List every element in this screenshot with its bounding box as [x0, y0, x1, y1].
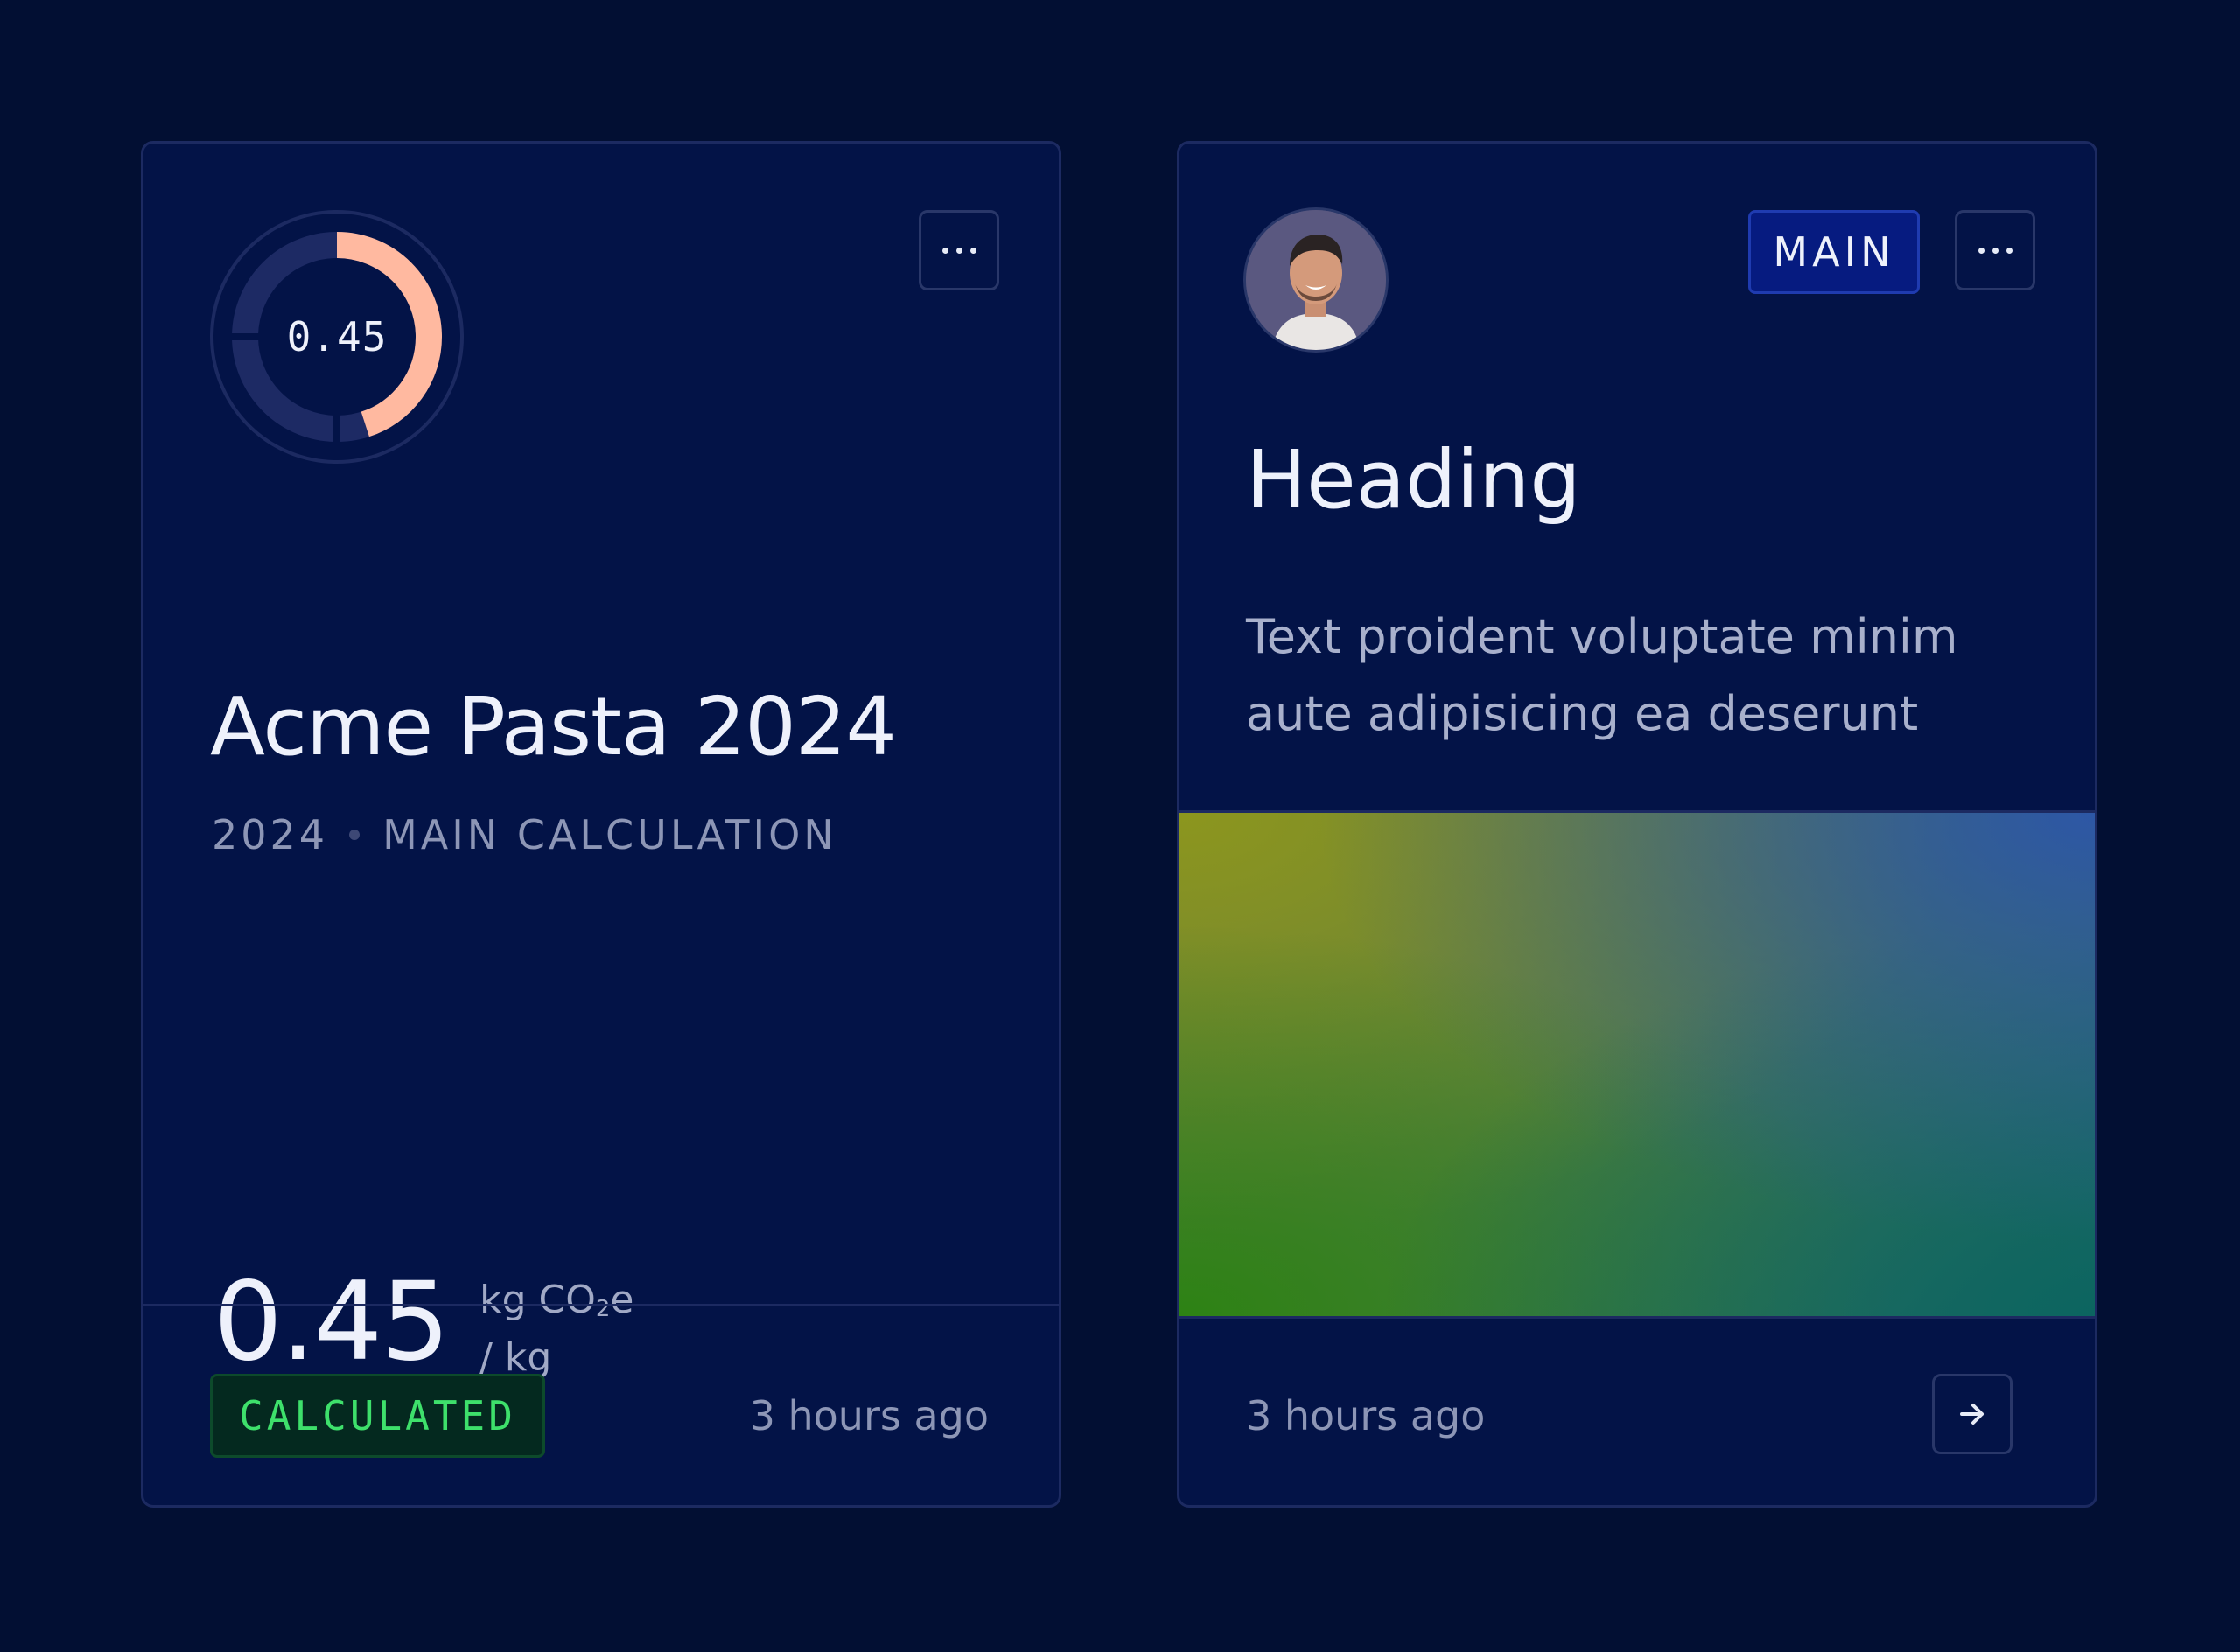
more-options-button[interactable] — [919, 210, 999, 290]
main-badge: MAIN — [1748, 210, 1920, 294]
ellipsis-dot — [1992, 247, 1998, 254]
card-gallery: 0.45 Acme Pasta 2024 2024 MAIN CALCULATI… — [0, 0, 2240, 1652]
card-image — [1180, 813, 2095, 1316]
meta-calc-type: MAIN CALCULATION — [382, 811, 837, 858]
avatar — [1246, 210, 1386, 350]
card-meta: 2024 MAIN CALCULATION — [212, 810, 837, 859]
meta-year: 2024 — [212, 811, 329, 858]
content-card[interactable]: MAIN Heading Text proident voluptate min… — [1177, 141, 2097, 1508]
unit-suffix: e — [610, 1278, 634, 1322]
open-button[interactable] — [1932, 1374, 2012, 1454]
ellipsis-icon — [1978, 247, 1984, 254]
footer-divider — [144, 1304, 1059, 1306]
ellipsis-dot — [956, 247, 962, 254]
ellipsis-dot — [2006, 247, 2012, 254]
metric-unit: kg CO2e / kg — [480, 1276, 634, 1382]
more-options-button[interactable] — [1955, 210, 2035, 290]
ellipsis-icon — [942, 247, 948, 254]
arrow-right-icon — [1960, 1404, 1984, 1424]
card-body-text: Text proident voluptate minim aute adipi… — [1246, 609, 1958, 741]
updated-timestamp: 3 hours ago — [1246, 1392, 1486, 1439]
updated-timestamp: 3 hours ago — [749, 1392, 989, 1439]
unit-subscript: 2 — [595, 1296, 611, 1322]
card-title: Acme Pasta 2024 — [210, 680, 897, 774]
metric-value: 0.45 — [214, 1259, 450, 1385]
ellipsis-dot — [970, 247, 976, 254]
status-badge: CALCULATED — [210, 1374, 545, 1458]
donut-value: 0.45 — [286, 313, 388, 360]
emission-metric: 0.45 kg CO2e / kg — [214, 1256, 634, 1388]
avatar-photo-icon — [1246, 210, 1386, 350]
card-heading: Heading — [1246, 433, 1581, 527]
meta-separator-dot — [349, 830, 360, 840]
footer-divider — [1180, 1316, 2095, 1319]
calculation-card[interactable]: 0.45 Acme Pasta 2024 2024 MAIN CALCULATI… — [141, 141, 1061, 1508]
unit-prefix: kg CO — [480, 1278, 596, 1322]
progress-donut: 0.45 — [210, 210, 464, 464]
